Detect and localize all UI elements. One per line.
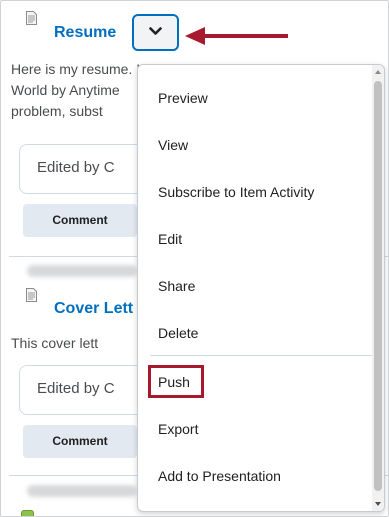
scroll-thumb[interactable] xyxy=(374,81,382,491)
context-menu-button[interactable] xyxy=(132,14,179,51)
menu-item-subscribe[interactable]: Subscribe to Item Activity xyxy=(138,169,374,216)
menu-item-share[interactable]: Share xyxy=(138,263,374,310)
arrow-left-icon xyxy=(185,27,288,45)
menu-item-preview[interactable]: Preview xyxy=(138,75,374,122)
scroll-up-arrow-icon[interactable] xyxy=(372,65,384,79)
eportfolio-item-list: Resume Here is my resume. I didn't inclu… xyxy=(0,0,389,517)
comment-button-label: Comment xyxy=(52,213,108,227)
comment-button[interactable]: Comment xyxy=(23,204,137,237)
menu-separator xyxy=(150,355,372,356)
entry-type-icon xyxy=(21,510,34,516)
menu-item-edit[interactable]: Edit xyxy=(138,216,374,263)
menu-item-add-to-presentation[interactable]: Add to Presentation xyxy=(138,453,374,500)
comment-button-label: Comment xyxy=(52,434,108,448)
entry-description-line: This cover lett xyxy=(11,335,99,351)
comment-button[interactable]: Comment xyxy=(23,425,137,458)
redacted-author xyxy=(27,485,137,497)
push-highlight-box xyxy=(148,365,204,398)
entry-title-link[interactable]: Resume xyxy=(54,24,116,42)
edited-by-text: Edited by C xyxy=(37,380,115,397)
chevron-down-icon xyxy=(149,27,162,35)
scroll-down-arrow-icon[interactable] xyxy=(372,497,384,511)
redacted-author xyxy=(27,265,137,277)
menu-scrollbar[interactable] xyxy=(372,65,384,511)
document-icon xyxy=(26,288,37,302)
edited-by-text: Edited by C xyxy=(37,159,115,176)
entry-title-link[interactable]: Cover Lett xyxy=(54,300,133,318)
document-icon xyxy=(26,11,37,25)
menu-item-delete[interactable]: Delete xyxy=(138,310,374,357)
menu-item-view[interactable]: View xyxy=(138,122,374,169)
context-menu: Preview View Subscribe to Item Activity … xyxy=(137,64,385,512)
menu-item-export[interactable]: Export xyxy=(138,406,374,453)
